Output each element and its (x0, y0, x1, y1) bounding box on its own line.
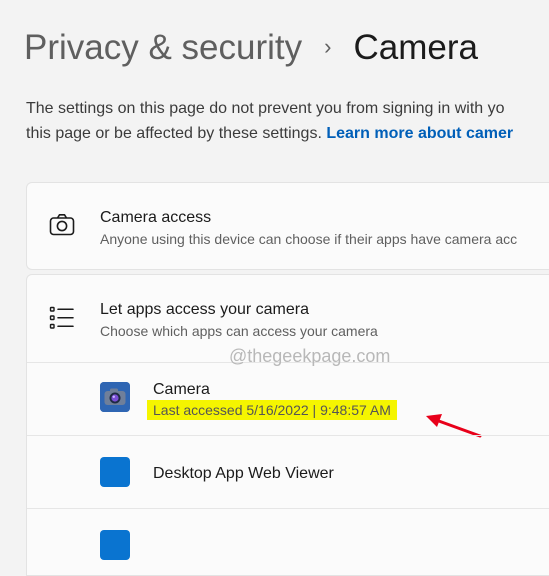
app-name-camera: Camera (153, 381, 210, 398)
list-icon (48, 305, 76, 331)
description-line-1: The settings on this page do not prevent… (26, 100, 505, 117)
breadcrumb: Privacy & security › Camera (24, 28, 478, 68)
let-apps-title: Let apps access your camera (100, 301, 309, 318)
camera-icon (48, 211, 76, 239)
let-apps-subtitle: Choose which apps can access your camera (100, 323, 378, 339)
divider (27, 508, 549, 509)
camera-access-subtitle: Anyone using this device can choose if t… (100, 231, 518, 247)
breadcrumb-parent-privacy-security[interactable]: Privacy & security (24, 28, 302, 68)
chevron-right-icon: › (324, 34, 332, 59)
last-accessed-highlight: Last accessed 5/16/2022 | 9:48:57 AM (147, 400, 397, 420)
description-line-2: this page or be affected by these settin… (26, 125, 322, 142)
app-name-desktop-app-web-viewer: Desktop App Web Viewer (153, 465, 334, 482)
page-title: Camera (353, 28, 478, 67)
camera-access-title: Camera access (100, 209, 212, 226)
learn-more-link[interactable]: Learn more about camer (326, 125, 513, 142)
app-icon-partial (100, 530, 130, 560)
page-description: The settings on this page do not prevent… (26, 96, 513, 146)
web-viewer-app-icon (100, 457, 130, 487)
camera-app-icon (100, 382, 130, 412)
